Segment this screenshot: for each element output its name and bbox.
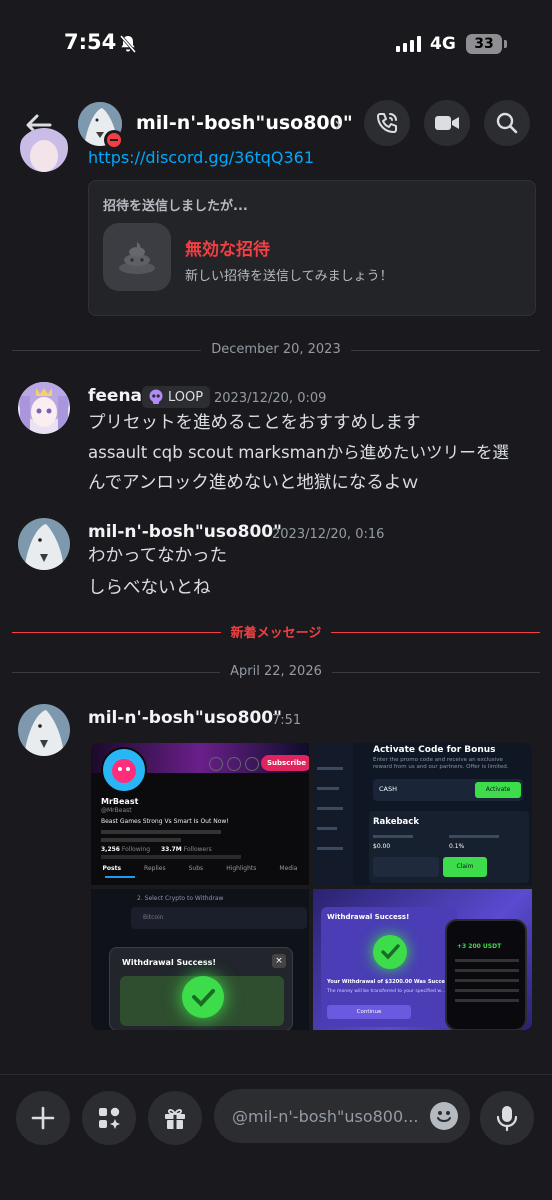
message-input[interactable] [232, 1089, 422, 1143]
new-messages-divider: 新着メッセージ [0, 622, 552, 641]
message-author[interactable]: mil-n'-bosh"uso800" [88, 522, 282, 542]
mail-icon [245, 757, 259, 771]
message-timestamp: 7:51 [272, 713, 302, 728]
attachment-image-bonus[interactable]: Activate Code for Bonus Enter the promo … [313, 743, 532, 885]
invite-title: 無効な招待 [185, 240, 270, 260]
attachment-image-withdrawal[interactable]: 2. Select Crypto to Withdraw Bitcoin Wit… [91, 889, 309, 1030]
invite-subtitle: 新しい招待を送信してみましょう！ [185, 269, 393, 284]
dnd-status-icon [104, 130, 124, 150]
message-author[interactable]: feena [88, 386, 142, 406]
gift-button[interactable] [148, 1091, 202, 1145]
battery-icon: 33 [466, 34, 507, 54]
gift-icon [165, 1109, 185, 1129]
mrbeast-avatar [101, 747, 147, 793]
activate-title: Activate Code for Bonus [373, 745, 496, 755]
profile-bio: Beast Games Strong Vs Smart Is Out Now! [101, 818, 229, 825]
video-call-button[interactable] [424, 100, 470, 146]
date-divider: April 22, 2026 [0, 664, 552, 679]
promo-code-value: CASH [379, 785, 397, 793]
withdrawal-title: Withdrawal Success! [122, 958, 217, 967]
message-line: わかってなかった [88, 546, 228, 566]
poop-icon [103, 223, 171, 291]
message-timestamp: 2023/12/20, 0:16 [272, 527, 385, 542]
rakeback-title: Rakeback [373, 817, 419, 827]
video-camera-icon [435, 116, 459, 130]
close-icon: × [272, 954, 286, 968]
microphone-icon [496, 1106, 518, 1132]
bell-muted-icon [119, 35, 137, 53]
status-time: 7:54 [64, 30, 117, 54]
emoji-icon[interactable] [430, 1102, 458, 1130]
tip-icon [227, 757, 241, 771]
channel-name[interactable]: mil-n'-bosh"uso800" [136, 112, 353, 134]
check-icon [373, 935, 407, 969]
message-line: assault cqb scout marksmanから進めたいツリーを選 [88, 443, 510, 462]
voice-call-button[interactable] [364, 100, 410, 146]
subscribe-button: Subscribe [261, 755, 309, 771]
message-timestamp: 2023/12/20, 0:09 [214, 391, 327, 406]
attachment-image-withdrawal-phone[interactable]: Withdrawal Success! Your Withdrawal of $… [313, 889, 532, 1030]
invite-heading: 招待を送信しましたが... [103, 199, 248, 214]
profile-name: MrBeast [101, 797, 139, 806]
apps-button[interactable] [82, 1091, 136, 1145]
phone-icon [377, 113, 397, 133]
claim-button: Claim [443, 857, 487, 877]
more-icon [209, 757, 223, 771]
message-line: しらべないとね [88, 578, 211, 598]
uso-avatar[interactable] [18, 704, 70, 756]
add-attachment-button[interactable] [16, 1091, 70, 1145]
search-icon [496, 112, 518, 134]
message-input-wrapper[interactable] [214, 1089, 470, 1143]
promo-description: Enter the promo code and receive an excl… [373, 757, 509, 770]
voice-message-button[interactable] [480, 1091, 534, 1145]
status-bar: 7:54 4G 33 [0, 0, 552, 90]
message-author[interactable]: mil-n'-bosh"uso800" [88, 708, 282, 728]
skull-icon [149, 389, 163, 404]
feena-avatar[interactable] [18, 382, 70, 434]
message-line: んでアンロック進めないと地獄になるよｗ [88, 473, 419, 493]
plus-icon [31, 1106, 55, 1130]
chevron-right-icon[interactable]: › [334, 112, 342, 136]
invite-link[interactable]: https://discord.gg/36tqQ361 [88, 148, 314, 170]
server-tag-badge[interactable]: LOOP [142, 386, 211, 408]
message-line: プリセットを進めることをおすすめします [88, 413, 421, 433]
search-button[interactable] [484, 100, 530, 146]
apps-icon [99, 1107, 120, 1129]
feena-avatar-partial[interactable] [18, 128, 70, 176]
activate-button: Activate [475, 782, 521, 798]
invite-embed: 招待を送信しましたが... 無効な招待 新しい招待を送信してみましょう！ [88, 180, 536, 316]
profile-tabs: Posts Replies Subs Highlights Media [102, 865, 298, 872]
date-divider: December 20, 2023 [0, 342, 552, 357]
uso-avatar[interactable] [18, 518, 70, 570]
check-icon [182, 976, 224, 1018]
profile-handle: @MrBeast [101, 807, 132, 814]
cellular-signal-icon [396, 36, 421, 52]
phone-mockup: +3 200 USDT [445, 919, 527, 1030]
network-type: 4G [430, 34, 456, 54]
composer-bar [0, 1074, 552, 1200]
attachment-image-profile[interactable]: Subscribe MrBeast @MrBeast Beast Games S… [91, 743, 309, 885]
